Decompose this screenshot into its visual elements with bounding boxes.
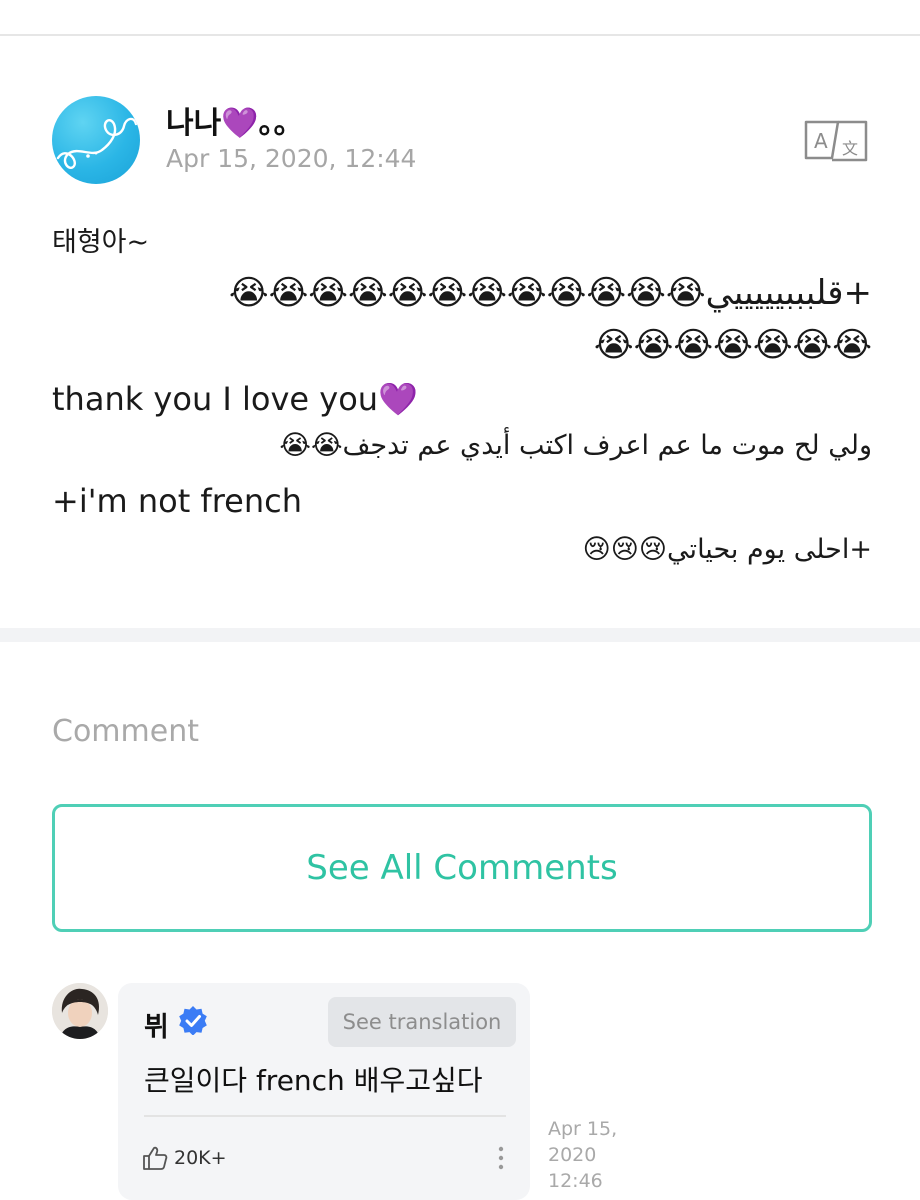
post-line-5: ولي لح موت ما عم اعرف اكتب أيدي عم تدجف😭… [279,430,872,461]
see-all-comments-button[interactable]: See All Comments [52,804,872,932]
like-count: 20K+ [174,1147,227,1169]
comment-date-line-2: 2020 [548,1144,597,1166]
post-author-name[interactable]: 나나💜。。 [166,98,304,142]
comment-date: Apr 15, 2020 12:46 [548,1116,617,1194]
post-line-7: +احلى يوم بحياتي😢😢😢 [582,534,872,565]
comment-text: 큰일이다 french 배우고싶다 [144,1064,483,1097]
comment-date-line-3: 12:46 [548,1170,603,1192]
like-thumb-icon[interactable] [142,1145,168,1171]
translate-icon[interactable]: A 文 [804,118,868,164]
section-divider [0,628,920,642]
verified-badge-icon [178,1005,208,1036]
more-vertical-icon[interactable] [498,1145,504,1171]
top-divider [0,34,920,36]
post-date: Apr 15, 2020, 12:44 [166,144,417,173]
comment-divider [144,1115,506,1117]
post-line-6: +i'm not french [52,482,302,520]
see-translation-button[interactable]: See translation [328,997,516,1047]
svg-text:A: A [814,129,828,153]
post-line-1: 태형아~ [52,227,150,258]
commenter-avatar[interactable] [52,983,108,1039]
comment-card: 뷔 See translation 큰일이다 french 배우고싶다 20K+ [118,983,530,1200]
svg-text:文: 文 [842,139,858,158]
post-line-4: thank you I love you💜 [52,380,418,418]
post-line-3: 😭😭😭😭😭😭😭 [593,325,872,365]
commenter-name[interactable]: 뷔 [144,1005,169,1044]
comments-heading: Comment [52,714,199,749]
comment-date-line-1: Apr 15, [548,1118,618,1140]
author-avatar[interactable] [52,96,140,184]
post-line-2: +قلبببيييييي😭😭😭😭😭😭😭😭😭😭😭😭 [228,273,872,313]
avatar-heart-doodle [56,117,138,169]
